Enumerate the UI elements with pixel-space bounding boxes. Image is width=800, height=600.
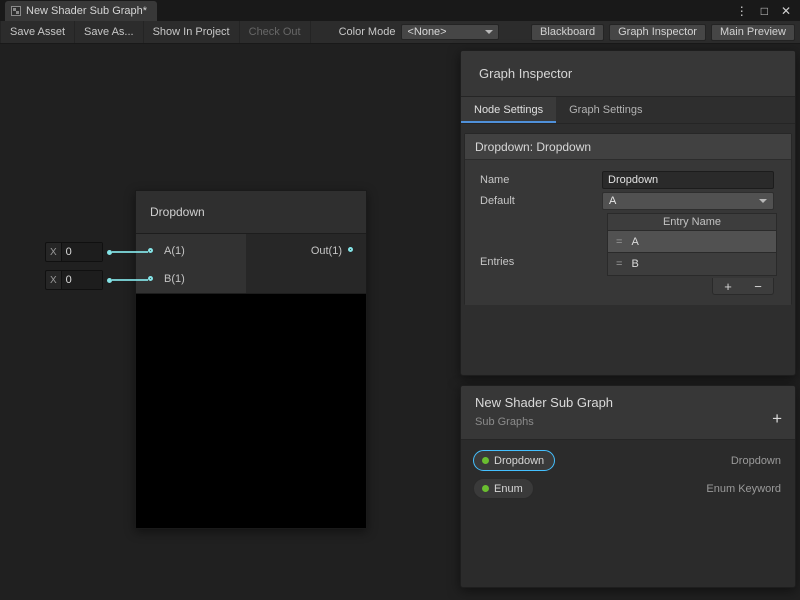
toolbar-right-group: Blackboard Graph Inspector Main Preview [531, 24, 800, 41]
title-bar: New Shader Sub Graph* ⋮ □ ✕ [0, 0, 800, 21]
remove-entry-button[interactable]: − [754, 280, 762, 293]
entry-row-b[interactable]: = B [608, 253, 776, 275]
input-port-a[interactable] [148, 248, 153, 253]
blackboard-subtitle: Sub Graphs [475, 416, 534, 428]
main-preview-toggle-button[interactable]: Main Preview [711, 24, 795, 41]
wire-a [112, 251, 148, 253]
add-entry-button[interactable]: + [724, 280, 732, 293]
property-type-label: Enum Keyword [706, 483, 781, 495]
tab-graph-settings[interactable]: Graph Settings [556, 97, 655, 123]
port-b-value-input[interactable] [61, 271, 102, 289]
blackboard-title: New Shader Sub Graph [475, 395, 613, 410]
shader-graph-icon [11, 6, 21, 16]
section-title: Dropdown: Dropdown [475, 140, 591, 154]
blackboard-item-dropdown: Dropdown Dropdown [473, 450, 781, 471]
document-title: New Shader Sub Graph* [26, 5, 147, 17]
drag-handle-icon[interactable]: = [616, 236, 622, 248]
graph-inspector-toggle-button[interactable]: Graph Inspector [609, 24, 706, 41]
property-name: Dropdown [494, 455, 544, 467]
chevron-down-icon [485, 30, 493, 34]
entries-label: Entries [480, 256, 514, 268]
blackboard-panel: New Shader Sub Graph Sub Graphs + Dropdo… [460, 385, 796, 588]
node-header[interactable]: Dropdown [136, 191, 366, 234]
default-dropdown[interactable]: A [602, 192, 774, 210]
blackboard-header: New Shader Sub Graph Sub Graphs + [461, 386, 795, 440]
wire-b [112, 279, 148, 281]
entry-name: A [631, 236, 638, 248]
maximize-icon[interactable]: □ [761, 4, 768, 18]
blackboard-item-enum: Enum Enum Keyword [473, 478, 781, 499]
entry-row-a[interactable]: = A [608, 231, 776, 253]
default-label: Default [480, 195, 515, 207]
section-header[interactable]: Dropdown: Dropdown [465, 134, 791, 160]
axis-x-label: X [46, 247, 61, 258]
window-controls: ⋮ □ ✕ [736, 0, 800, 21]
port-a-value-widget: X [45, 242, 103, 262]
section-body: Name Default A Entries Entry Name = A = [465, 160, 791, 305]
check-out-button[interactable]: Check Out [240, 21, 311, 43]
inspector-header: Graph Inspector [461, 51, 795, 97]
name-label: Name [480, 174, 509, 186]
save-as-button[interactable]: Save As... [75, 21, 144, 43]
output-port-label: Out(1) [311, 245, 342, 257]
add-property-button[interactable]: + [772, 410, 782, 427]
window-menu-icon[interactable]: ⋮ [736, 4, 748, 18]
unity-shader-graph-window: New Shader Sub Graph* ⋮ □ ✕ Save Asset S… [0, 0, 800, 600]
color-mode-value: <None> [407, 26, 446, 38]
node-settings-section: Dropdown: Dropdown Name Default A Entrie… [464, 133, 792, 305]
property-name: Enum [494, 483, 523, 495]
tab-node-settings[interactable]: Node Settings [461, 97, 556, 123]
name-input[interactable] [602, 171, 774, 189]
input-port-b[interactable] [148, 276, 153, 281]
keyword-dot-icon [482, 457, 489, 464]
inspector-tabs: Node Settings Graph Settings [461, 97, 795, 124]
close-icon[interactable]: ✕ [781, 4, 791, 18]
node-body: A(1) B(1) Out(1) [136, 234, 366, 294]
save-asset-button[interactable]: Save Asset [0, 21, 75, 43]
node-preview [136, 294, 366, 528]
color-mode-label: Color Mode [339, 26, 396, 38]
inspector-title: Graph Inspector [479, 66, 572, 81]
input-port-a-label: A(1) [164, 245, 185, 257]
entry-name: B [631, 258, 638, 270]
show-in-project-button[interactable]: Show In Project [144, 21, 240, 43]
node-input-section [136, 234, 246, 293]
entries-list: Entry Name = A = B [607, 213, 777, 276]
dropdown-node[interactable]: Dropdown A(1) B(1) Out(1) [135, 190, 367, 529]
node-title: Dropdown [150, 205, 205, 219]
document-tab[interactable]: New Shader Sub Graph* [5, 1, 157, 21]
keyword-dot-icon [482, 485, 489, 492]
blackboard-toggle-button[interactable]: Blackboard [531, 24, 604, 41]
input-port-b-label: B(1) [164, 273, 185, 285]
entries-list-header: Entry Name [608, 214, 776, 231]
dropdown-property-pill[interactable]: Dropdown [473, 450, 555, 471]
entries-footer: + − [712, 278, 774, 295]
property-type-label: Dropdown [731, 455, 781, 467]
graph-inspector-panel: Graph Inspector Node Settings Graph Sett… [460, 50, 796, 376]
output-port[interactable] [348, 247, 353, 252]
axis-x-label: X [46, 275, 61, 286]
toolbar: Save Asset Save As... Show In Project Ch… [0, 21, 800, 44]
drag-handle-icon[interactable]: = [616, 258, 622, 270]
default-value: A [609, 195, 616, 207]
port-b-value-widget: X [45, 270, 103, 290]
color-mode-dropdown[interactable]: <None> [401, 24, 499, 40]
chevron-down-icon [759, 199, 767, 203]
enum-property-pill[interactable]: Enum [473, 478, 534, 499]
port-a-value-input[interactable] [61, 243, 102, 261]
